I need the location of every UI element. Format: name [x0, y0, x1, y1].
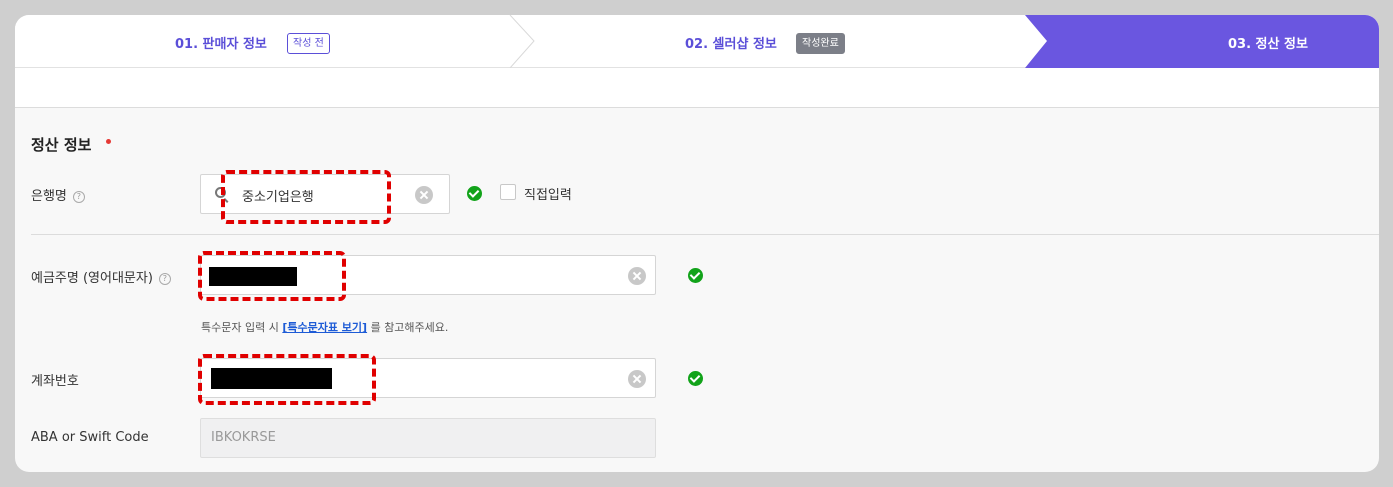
special-char-table-link[interactable]: [특수문자표 보기]: [282, 321, 367, 334]
help-icon[interactable]: ?: [158, 272, 171, 285]
check-success-icon: [688, 268, 703, 283]
depositor-label-text: 예금주명 (영어대문자): [31, 271, 153, 286]
manual-input-label: 직접입력: [524, 188, 572, 203]
section-divider: [31, 234, 1379, 235]
swift-code-value: IBKOKRSE: [211, 430, 276, 445]
status-badge-not-written: 작성 전: [287, 33, 330, 54]
hint-prefix: 특수문자 입력 시: [201, 321, 283, 334]
help-icon[interactable]: ?: [72, 190, 85, 203]
special-char-hint: 특수문자 입력 시 [특수문자표 보기] 를 참고해주세요.: [201, 319, 448, 335]
highlight-box: [221, 170, 391, 224]
clear-icon[interactable]: [628, 267, 646, 285]
manual-input-checkbox[interactable]: [500, 184, 516, 200]
step-progress-bar: 01. 판매자 정보 작성 전 02. 셀러샵 정보 작성완료 03. 정산 정…: [15, 15, 1379, 68]
clear-icon[interactable]: [628, 370, 646, 388]
swift-code-input: IBKOKRSE: [200, 418, 656, 458]
clear-icon[interactable]: [415, 186, 433, 204]
highlight-box: [198, 354, 376, 405]
account-number-label: 계좌번호: [31, 374, 79, 389]
swift-code-label: ABA or Swift Code: [31, 430, 149, 445]
section-title: 정산 정보: [31, 136, 92, 154]
hint-suffix: 를 참고해주세요.: [367, 321, 449, 334]
step-seller-info[interactable]: 01. 판매자 정보: [175, 33, 267, 52]
step-chevron-icon: [509, 15, 535, 68]
depositor-label: 예금주명 (영어대문자)?: [31, 267, 171, 286]
required-dot-icon: [106, 139, 111, 144]
step-sellershop-info[interactable]: 02. 셀러샵 정보: [685, 33, 777, 52]
status-badge-completed: 작성완료: [796, 33, 845, 54]
step-settlement-label: 03. 정산 정보: [1228, 37, 1308, 52]
settlement-form-panel: 01. 판매자 정보 작성 전 02. 셀러샵 정보 작성완료 03. 정산 정…: [15, 15, 1379, 472]
bank-name-label: 은행명?: [31, 185, 85, 204]
step-settlement-active[interactable]: [1025, 15, 1379, 68]
check-success-icon: [467, 186, 482, 201]
check-success-icon: [688, 371, 703, 386]
highlight-box: [198, 251, 346, 301]
bank-name-label-text: 은행명: [31, 189, 67, 204]
sub-header-area: [15, 68, 1379, 108]
